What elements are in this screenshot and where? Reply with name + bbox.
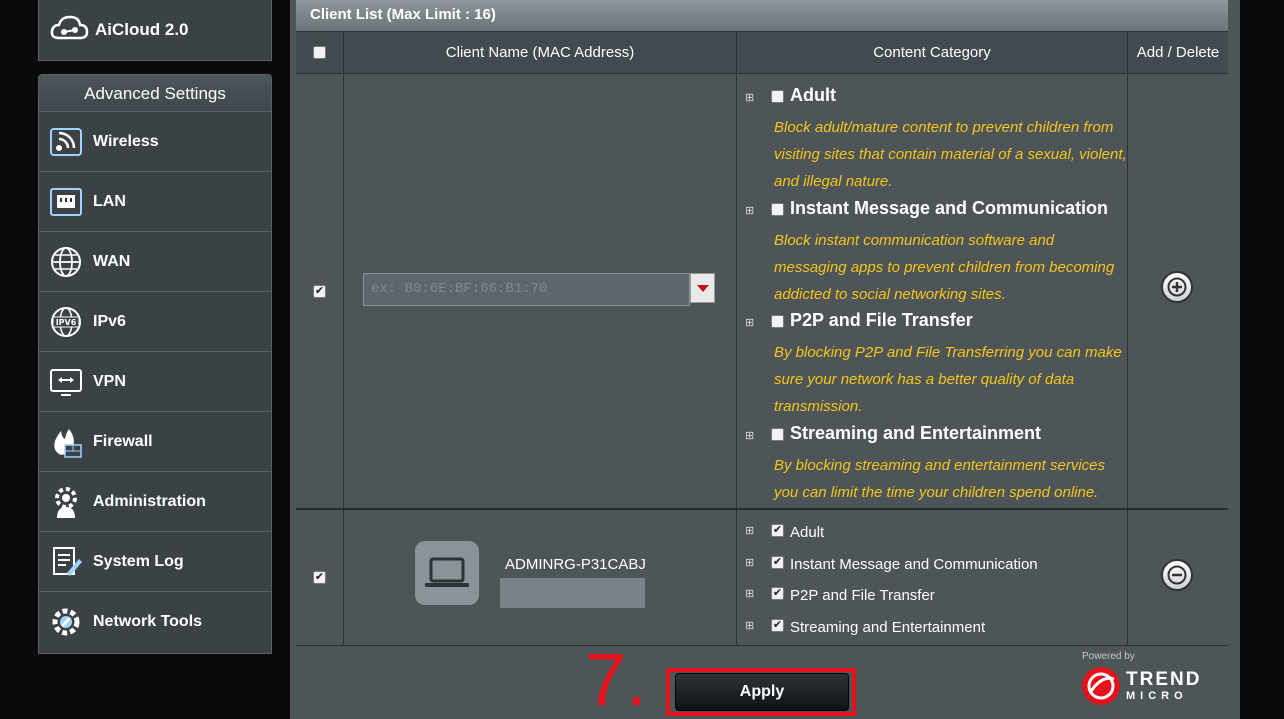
sidebar-item-label: Network Tools (93, 613, 203, 630)
category-checkbox[interactable]: ✔ (771, 556, 784, 569)
sidebar-item-label: System Log (93, 552, 184, 570)
lan-icon (48, 184, 84, 220)
firewall-icon (48, 424, 84, 460)
category-description: By blocking P2P and File Transferring yo… (774, 344, 1122, 415)
category-checkbox[interactable]: ✔ (771, 524, 784, 537)
expand-icon[interactable]: ⊞ (745, 556, 754, 569)
row-select-cell: ✔ (296, 510, 344, 645)
plus-icon (1167, 277, 1187, 297)
right-margin (1240, 0, 1284, 719)
category-checkbox[interactable] (771, 90, 784, 103)
sidebar-item-label: Administration (93, 492, 206, 510)
add-client-button[interactable] (1161, 271, 1193, 303)
aicloud-label: AiCloud 2.0 (95, 20, 189, 39)
sidebar-item-label: IPv6 (93, 312, 126, 330)
brand-line1: TREND (1126, 669, 1202, 690)
trend-micro-logo-icon (1082, 667, 1120, 705)
delete-client-button[interactable] (1161, 559, 1193, 591)
sidebar-item-wan[interactable]: WAN (39, 232, 271, 292)
step-number: 7. (585, 638, 647, 719)
category-description: By blocking streaming and entertainment … (774, 457, 1105, 501)
category-description: Block instant communication software and… (774, 232, 1115, 303)
category-label: Adult (790, 524, 825, 541)
sidebar-item-label: VPN (93, 372, 126, 390)
sidebar-item-label: Wireless (93, 132, 159, 150)
network-tools-icon (48, 604, 84, 640)
trend-micro-logo: TREND MICRO (1080, 665, 1201, 707)
sidebar-item-wireless[interactable]: Wireless (39, 112, 271, 172)
sidebar-item-firewall[interactable]: Firewall (39, 412, 271, 472)
ipv6-icon: IPV6 (48, 304, 84, 340)
client-name: ADMINRG-P31CABJ (505, 556, 646, 573)
column-header-client: Client Name (MAC Address) (344, 32, 737, 73)
advanced-settings-title: Advanced Settings (39, 75, 271, 112)
sidebar-item-label: Firewall (93, 432, 153, 450)
brand-line2: MICRO (1126, 690, 1188, 702)
category-label: Streaming and Entertainment (790, 619, 986, 636)
sidebar-item-administration[interactable]: Administration (39, 472, 271, 532)
expand-icon[interactable]: ⊞ (745, 91, 759, 104)
category-checkbox[interactable] (771, 203, 784, 216)
row-select-cell: ✔ (296, 74, 344, 508)
expand-icon[interactable]: ⊞ (745, 587, 754, 600)
wan-icon (48, 244, 84, 280)
category-label: Instant Message and Communication (790, 556, 1038, 573)
sidebar-item-ipv6[interactable]: IPV6 IPv6 (39, 292, 271, 352)
expand-icon[interactable]: ⊞ (745, 524, 754, 537)
expand-icon[interactable]: ⊞ (745, 204, 759, 217)
column-header-action: Add / Delete (1136, 44, 1220, 61)
sidebar-item-lan[interactable]: LAN (39, 172, 271, 232)
client-dropdown-button[interactable] (690, 273, 715, 303)
svg-text:IPV6: IPV6 (56, 318, 77, 327)
vpn-icon (48, 364, 84, 400)
category-title: P2P and File Transfer (790, 310, 973, 330)
category-title: Instant Message and Communication (790, 198, 1109, 218)
category-label: P2P and File Transfer (790, 587, 935, 604)
wireless-icon (48, 124, 84, 160)
expand-icon[interactable]: ⊞ (745, 619, 754, 632)
client-list-title: Client List (Max Limit : 16) (296, 0, 1228, 31)
client-mac-placeholder (500, 578, 645, 608)
chevron-down-icon (696, 284, 709, 292)
powered-by-label: Powered by (1082, 651, 1135, 662)
mac-address-input[interactable]: ex: B0:6E:BF:66:B1:70 (363, 273, 690, 306)
aicloud-menu-item[interactable]: AiCloud 2.0 (38, 0, 272, 61)
column-header-category: Content Category (737, 32, 1128, 73)
expand-icon[interactable]: ⊞ (745, 429, 759, 442)
cloud-icon (50, 15, 89, 40)
sidebar-item-label: WAN (93, 252, 131, 270)
select-all-cell (296, 32, 344, 73)
category-description: Block adult/mature content to prevent ch… (774, 119, 1127, 190)
minus-icon (1167, 565, 1187, 585)
sidebar-item-label: LAN (93, 192, 126, 210)
table-header-row: Client Name (MAC Address) Content Catego… (296, 31, 1228, 73)
sidebar-item-network-tools[interactable]: Network Tools (39, 592, 271, 652)
laptop-icon (415, 541, 479, 605)
expand-icon[interactable]: ⊞ (745, 316, 759, 329)
category-checkbox[interactable]: ✔ (771, 619, 784, 632)
administration-icon (48, 484, 84, 520)
sidebar-item-system-log[interactable]: System Log (39, 532, 271, 592)
row-checkbox-client[interactable]: ✔ (313, 571, 326, 584)
category-title: Adult (790, 85, 836, 105)
category-title: Streaming and Entertainment (790, 423, 1042, 443)
category-checkbox[interactable]: ✔ (771, 587, 784, 600)
apply-button[interactable]: Apply (675, 673, 849, 711)
system-log-icon (48, 544, 84, 580)
sidebar-item-vpn[interactable]: VPN (39, 352, 271, 412)
category-checkbox[interactable] (771, 428, 784, 441)
trend-micro-text: TREND MICRO (1126, 670, 1201, 702)
row-checkbox-new[interactable]: ✔ (313, 284, 326, 298)
advanced-settings-menu: Advanced Settings Wireless LAN WAN IPV6 … (38, 74, 272, 654)
category-checkbox[interactable] (771, 315, 784, 328)
select-all-checkbox[interactable] (313, 46, 326, 59)
